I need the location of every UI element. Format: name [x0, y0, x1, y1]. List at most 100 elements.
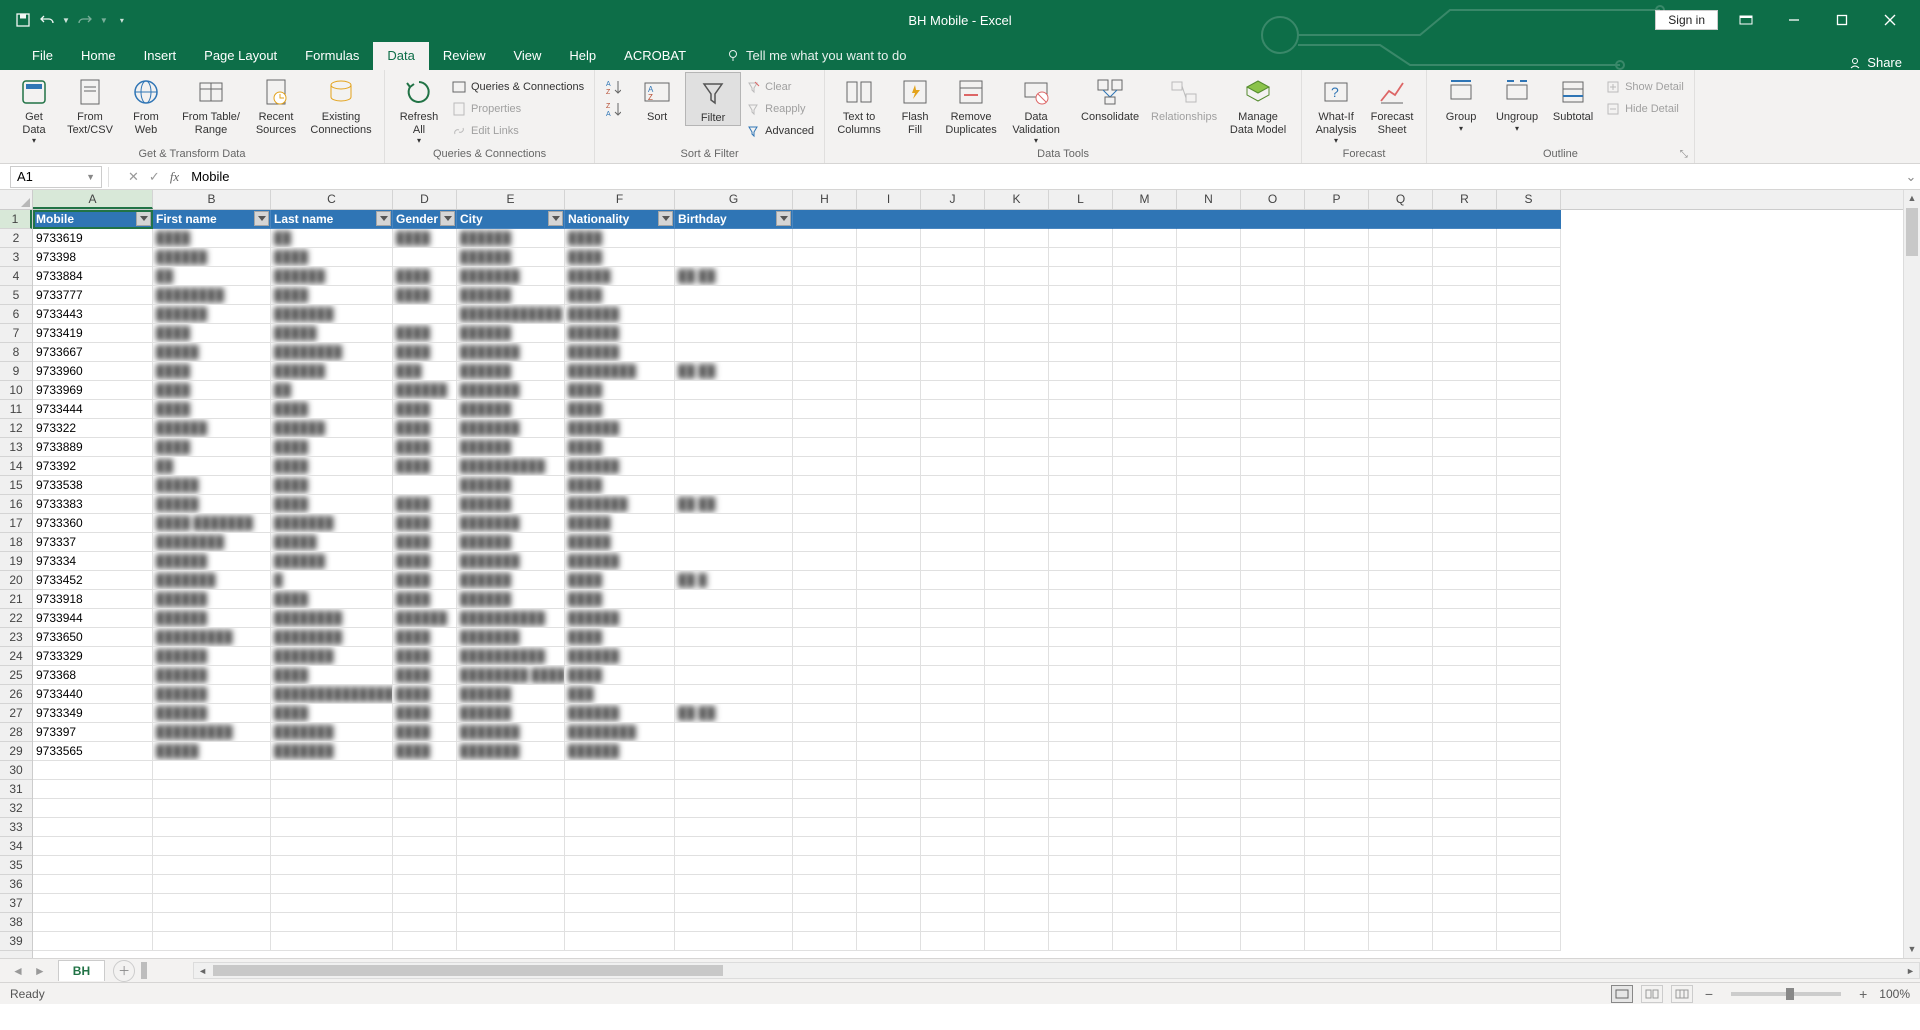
row-header[interactable]: 1	[0, 210, 32, 229]
cell[interactable]	[921, 533, 985, 552]
cell[interactable]	[1241, 571, 1305, 590]
cell[interactable]	[565, 837, 675, 856]
cell[interactable]	[1241, 552, 1305, 571]
advanced-filter-button[interactable]: Advanced	[741, 120, 818, 142]
cell[interactable]	[1433, 210, 1497, 229]
cell[interactable]	[1369, 495, 1433, 514]
cell[interactable]	[793, 248, 857, 267]
cell[interactable]: ████	[393, 552, 457, 571]
cell[interactable]	[153, 932, 271, 951]
cell[interactable]	[1433, 400, 1497, 419]
cell[interactable]	[1177, 799, 1241, 818]
cell[interactable]	[1369, 514, 1433, 533]
column-header[interactable]: F	[565, 190, 675, 209]
cell[interactable]	[1497, 305, 1561, 324]
cell[interactable]	[1113, 343, 1177, 362]
cell[interactable]	[1049, 343, 1113, 362]
cell[interactable]: ██████	[565, 647, 675, 666]
cell[interactable]	[1305, 400, 1369, 419]
cell[interactable]	[457, 818, 565, 837]
ungroup-button[interactable]: Ungroup ▾	[1489, 72, 1545, 133]
cell[interactable]	[1113, 742, 1177, 761]
cell[interactable]	[1241, 780, 1305, 799]
cell[interactable]	[675, 609, 793, 628]
cell[interactable]	[1113, 571, 1177, 590]
cell[interactable]	[857, 210, 921, 229]
outline-dialog-launcher-icon[interactable]: ⤡	[1680, 149, 1692, 161]
cell[interactable]: ████	[393, 571, 457, 590]
cell[interactable]	[857, 761, 921, 780]
row-header[interactable]: 30	[0, 761, 32, 780]
cell[interactable]: ███████	[457, 419, 565, 438]
cell[interactable]	[1305, 552, 1369, 571]
cell[interactable]: ███████████████	[271, 685, 393, 704]
cell[interactable]	[1497, 210, 1561, 229]
tab-page-layout[interactable]: Page Layout	[190, 42, 291, 70]
cell[interactable]	[675, 343, 793, 362]
cell[interactable]	[1241, 457, 1305, 476]
cell[interactable]	[1049, 514, 1113, 533]
cell[interactable]	[1305, 609, 1369, 628]
cell[interactable]	[1177, 628, 1241, 647]
cell[interactable]	[1305, 742, 1369, 761]
row-header[interactable]: 3	[0, 248, 32, 267]
cell[interactable]: ████ ███████	[153, 514, 271, 533]
cell[interactable]: ███████	[457, 381, 565, 400]
cell[interactable]	[1305, 799, 1369, 818]
cell[interactable]	[393, 837, 457, 856]
data-validation-button[interactable]: DataValidation ▾	[999, 72, 1073, 145]
cell[interactable]: ███████	[457, 723, 565, 742]
cell[interactable]	[393, 780, 457, 799]
cell[interactable]	[457, 913, 565, 932]
cell[interactable]	[1433, 419, 1497, 438]
cell[interactable]: ████	[271, 495, 393, 514]
cell[interactable]: ████	[153, 229, 271, 248]
cell[interactable]	[1177, 400, 1241, 419]
cell[interactable]	[1113, 932, 1177, 951]
page-break-view-icon[interactable]	[1671, 985, 1693, 1003]
cell[interactable]	[985, 476, 1049, 495]
cell[interactable]: ██████	[565, 742, 675, 761]
cell[interactable]	[1049, 894, 1113, 913]
cell[interactable]	[1241, 590, 1305, 609]
cell[interactable]	[1241, 286, 1305, 305]
cell[interactable]	[793, 229, 857, 248]
cell[interactable]	[857, 324, 921, 343]
cell[interactable]: ██████	[457, 400, 565, 419]
cell[interactable]	[393, 799, 457, 818]
cell[interactable]: 9733383	[33, 495, 153, 514]
cell[interactable]	[1433, 761, 1497, 780]
row-header[interactable]: 27	[0, 704, 32, 723]
cell[interactable]: ████	[565, 628, 675, 647]
cell[interactable]	[675, 476, 793, 495]
cell[interactable]	[857, 419, 921, 438]
cell[interactable]	[1177, 685, 1241, 704]
cell[interactable]	[1113, 438, 1177, 457]
cell[interactable]	[793, 761, 857, 780]
cell[interactable]	[675, 248, 793, 267]
cell[interactable]	[457, 856, 565, 875]
cell[interactable]	[1369, 362, 1433, 381]
cell[interactable]: ████	[393, 685, 457, 704]
cell[interactable]	[1369, 913, 1433, 932]
cell[interactable]	[1241, 533, 1305, 552]
sign-in-button[interactable]: Sign in	[1655, 10, 1718, 30]
table-header-cell[interactable]: City	[457, 210, 565, 229]
cell[interactable]	[1433, 799, 1497, 818]
cell[interactable]	[1433, 305, 1497, 324]
cell[interactable]	[675, 742, 793, 761]
cell[interactable]	[857, 457, 921, 476]
cell[interactable]: ██████	[153, 647, 271, 666]
cell[interactable]	[1497, 324, 1561, 343]
cell[interactable]: 9733969	[33, 381, 153, 400]
cell[interactable]	[921, 305, 985, 324]
cell[interactable]: ██████	[457, 476, 565, 495]
cell[interactable]: ████	[393, 229, 457, 248]
cell[interactable]: ██████	[565, 324, 675, 343]
row-header[interactable]: 4	[0, 267, 32, 286]
cell[interactable]	[793, 856, 857, 875]
cell[interactable]	[985, 362, 1049, 381]
cell[interactable]: 9733918	[33, 590, 153, 609]
cell[interactable]	[1113, 267, 1177, 286]
cell[interactable]	[1177, 229, 1241, 248]
